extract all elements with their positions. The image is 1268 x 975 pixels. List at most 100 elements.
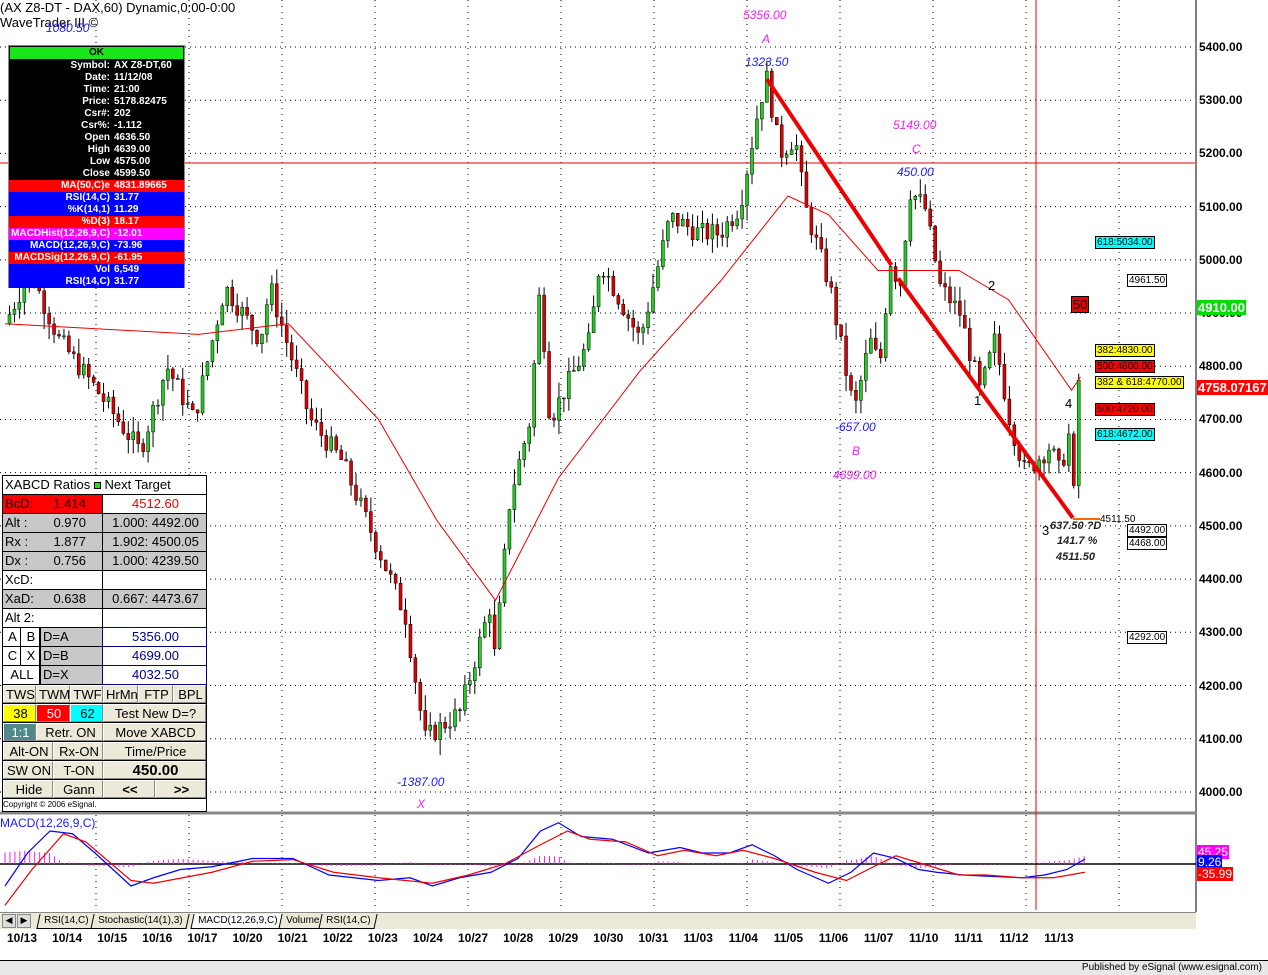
candle-body bbox=[705, 223, 710, 240]
candle bbox=[284, 309, 289, 357]
ratio-label-text: Rx : bbox=[5, 534, 29, 549]
candle-body bbox=[230, 286, 234, 306]
scroll-left-icon[interactable]: ◀ bbox=[2, 914, 16, 928]
candle bbox=[1076, 373, 1081, 499]
candle-body bbox=[844, 335, 848, 376]
candle bbox=[982, 366, 987, 389]
candle-body bbox=[151, 404, 155, 433]
candle bbox=[680, 214, 685, 227]
candle bbox=[794, 134, 799, 161]
candle bbox=[512, 469, 517, 523]
wave-2-label: 2 bbox=[988, 278, 996, 293]
price-axis-label: 5400.00 bbox=[1199, 40, 1243, 54]
candle bbox=[839, 324, 843, 342]
value-field[interactable]: 450.00 bbox=[103, 761, 206, 779]
ratio-value: 0.638 bbox=[53, 591, 86, 606]
candle-body bbox=[854, 389, 858, 401]
info-value: 6,549 bbox=[114, 264, 140, 275]
tab-rsi-14-c-[interactable]: RSI(14,C) bbox=[318, 914, 379, 929]
candle-body bbox=[953, 300, 957, 304]
candle bbox=[17, 288, 22, 319]
ratio-50-button[interactable]: 50 bbox=[36, 704, 70, 722]
ftp-button[interactable]: FTP bbox=[138, 685, 173, 703]
candle-body bbox=[91, 376, 96, 383]
candle bbox=[710, 213, 715, 253]
test-new-d-button[interactable]: Test New D=? bbox=[103, 704, 206, 722]
candle bbox=[52, 317, 56, 344]
candle-body bbox=[671, 213, 675, 222]
gann-button[interactable]: Gann bbox=[53, 780, 103, 798]
ok-button[interactable]: OK bbox=[10, 47, 183, 59]
date-label: 10/30 bbox=[593, 931, 624, 945]
candle-body bbox=[720, 234, 725, 238]
level-tag: 500:4800.00 bbox=[1095, 360, 1155, 374]
point-x-button[interactable]: X bbox=[21, 647, 41, 665]
next-button[interactable]: >> bbox=[155, 780, 206, 798]
prev-button[interactable]: << bbox=[103, 780, 155, 798]
point-a-button[interactable]: A bbox=[3, 628, 21, 646]
ratio-label: Dx : 0.756 bbox=[3, 552, 103, 570]
candle-body bbox=[765, 70, 769, 103]
hide-button[interactable]: Hide bbox=[3, 780, 53, 798]
candle-body bbox=[324, 435, 329, 451]
point-row: ALL D=X 4032.50 bbox=[3, 665, 207, 685]
candle bbox=[567, 357, 571, 411]
point-row: C X D=B 4699.00 bbox=[3, 646, 207, 666]
move-xabcd-button[interactable]: Move XABCD bbox=[103, 723, 206, 741]
candle bbox=[547, 341, 551, 420]
candle bbox=[91, 374, 96, 387]
candle-body bbox=[869, 337, 873, 354]
tab-macd-12-26-9-c-[interactable]: MACD(12,26,9,C) bbox=[190, 914, 286, 929]
candle-body bbox=[636, 326, 640, 333]
hrmn-button[interactable]: HrMn bbox=[103, 685, 138, 703]
info-row: Csr%: -1.112 bbox=[9, 120, 184, 132]
t-on-button[interactable]: T-ON bbox=[53, 761, 103, 779]
point-c-button[interactable]: C bbox=[3, 647, 21, 665]
candle-body bbox=[789, 149, 794, 155]
scroll-right-icon[interactable]: ▶ bbox=[17, 914, 31, 928]
bpl-button[interactable]: BPL bbox=[173, 685, 206, 703]
annotation-b: B bbox=[852, 444, 861, 458]
price-axis-label: 4500.00 bbox=[1199, 518, 1243, 533]
alt-on-button[interactable]: Alt-ON bbox=[3, 742, 53, 760]
sw-on-button[interactable]: SW ON bbox=[3, 761, 53, 779]
candle-body bbox=[859, 380, 863, 401]
candle-body bbox=[289, 342, 294, 361]
candle bbox=[67, 330, 71, 355]
ratio-62-button[interactable]: 62 bbox=[70, 704, 103, 722]
point-b-button[interactable]: B bbox=[21, 628, 41, 646]
ratio-38-button[interactable]: 38 bbox=[3, 704, 36, 722]
candle-body bbox=[131, 431, 135, 440]
candle bbox=[715, 218, 720, 248]
tab-rsi-14-c-[interactable]: RSI(14,C) bbox=[36, 914, 97, 929]
candle-body bbox=[299, 368, 304, 381]
candle bbox=[205, 360, 210, 381]
ratio-label: BcD: 1.414 bbox=[3, 495, 103, 513]
candle-body bbox=[685, 219, 690, 228]
candle bbox=[908, 190, 913, 247]
candle bbox=[116, 406, 121, 427]
twm-button[interactable]: TWM bbox=[36, 685, 70, 703]
level-tag: 618:5034.00 bbox=[1095, 235, 1155, 249]
info-value: -73.96 bbox=[114, 240, 143, 251]
candle-body bbox=[537, 294, 541, 364]
time-price-button[interactable]: Time/Price bbox=[103, 742, 206, 760]
tws-button[interactable]: TWS bbox=[3, 685, 36, 703]
point-all-button[interactable]: ALL bbox=[3, 666, 41, 684]
date-label: 10/31 bbox=[638, 931, 669, 945]
retr-on-button[interactable]: Retr. ON bbox=[36, 723, 103, 741]
info-row: Csr#: 202 bbox=[9, 108, 184, 120]
one-to-one-button[interactable]: 1:1 bbox=[3, 723, 36, 741]
info-key: MACDHist(12,26,9,C) bbox=[11, 228, 110, 239]
candle bbox=[666, 219, 670, 248]
rx-on-button[interactable]: Rx-ON bbox=[53, 742, 103, 760]
twf-button[interactable]: TWF bbox=[70, 685, 103, 703]
candle-body bbox=[369, 511, 373, 533]
date-label: 11/11 bbox=[954, 931, 983, 945]
candle-body bbox=[492, 614, 497, 649]
tab-stochastic-14-1-3-[interactable]: Stochastic(14(1),3) bbox=[90, 914, 191, 929]
price-axis-label: 4100.00 bbox=[1199, 731, 1243, 746]
ratio-row: Rx : 1.877 1.902: 4500.05 bbox=[3, 533, 206, 552]
ratio-target: 4512.60 bbox=[103, 495, 206, 513]
candle-body bbox=[666, 221, 670, 241]
